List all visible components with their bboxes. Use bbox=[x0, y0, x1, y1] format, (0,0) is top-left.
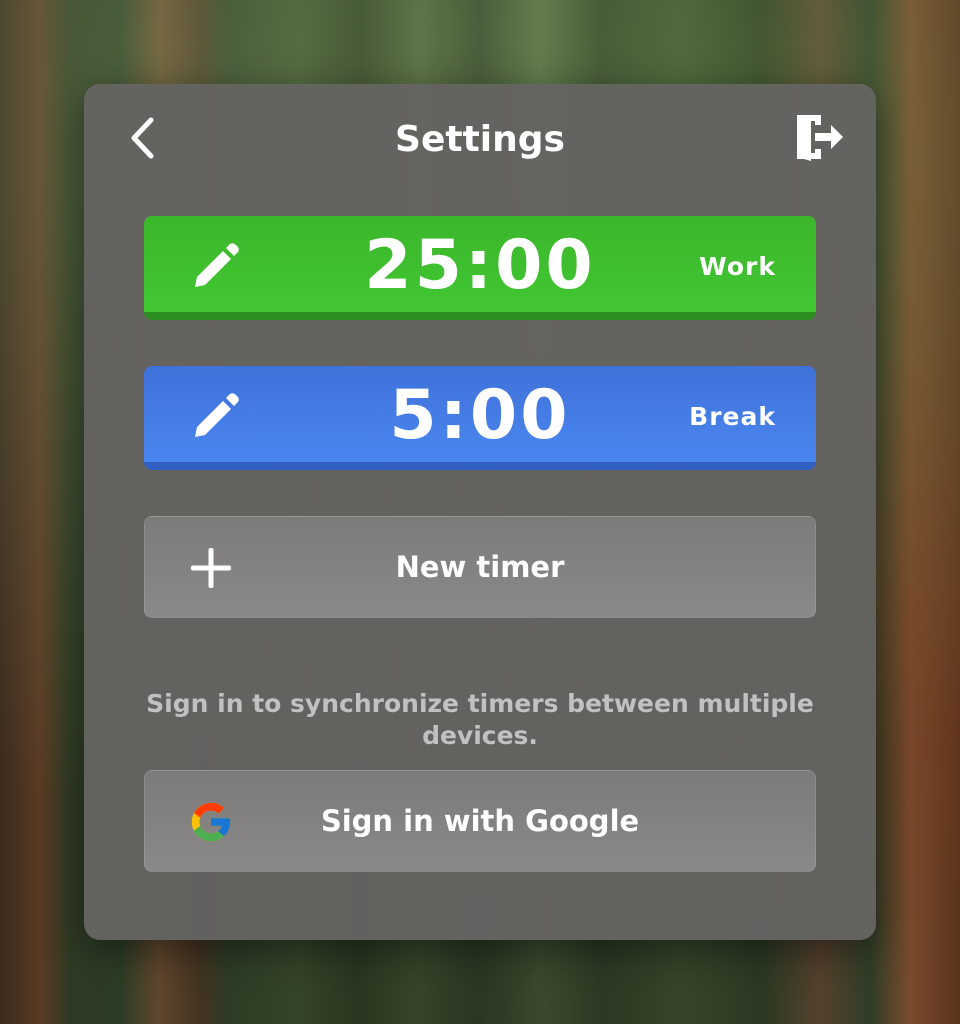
sign-out-button[interactable] bbox=[792, 112, 846, 166]
google-sign-in-button[interactable]: Sign in with Google bbox=[144, 770, 816, 872]
new-timer-button[interactable]: New timer bbox=[144, 516, 816, 618]
work-timer-label: Work bbox=[699, 252, 776, 281]
sync-hint-text: Sign in to synchronize timers between mu… bbox=[146, 689, 814, 750]
sign-out-icon bbox=[793, 111, 845, 167]
break-timer-button[interactable]: 5:00 Break bbox=[144, 366, 816, 470]
page-title: Settings bbox=[395, 119, 565, 160]
google-sign-in-label: Sign in with Google bbox=[320, 804, 640, 838]
new-timer-label: New timer bbox=[395, 550, 565, 584]
work-timer-button[interactable]: 25:00 Work bbox=[144, 216, 816, 320]
break-timer-label: Break bbox=[689, 402, 776, 431]
header: Settings bbox=[84, 84, 876, 194]
settings-panel: Settings 25:00 Work 5:00 Break New timer… bbox=[84, 84, 876, 940]
